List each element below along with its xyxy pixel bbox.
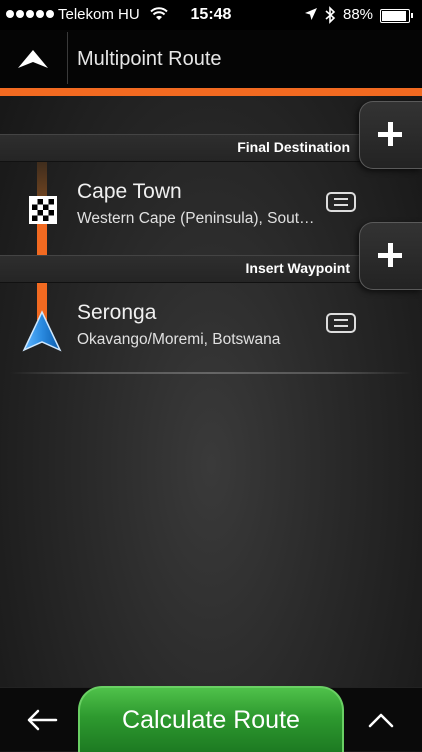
bluetooth-icon: [325, 6, 336, 24]
accent-bar: [0, 88, 422, 96]
current-position-arrow-icon: [22, 310, 62, 352]
origin-detail: Okavango/Moremi, Botswana: [77, 331, 281, 348]
list-divider: [10, 372, 412, 374]
app-header: Multipoint Route: [0, 30, 422, 88]
battery-percent: 88%: [343, 6, 374, 23]
insert-waypoint-button[interactable]: [359, 222, 422, 290]
navigation-menu-button[interactable]: [12, 40, 54, 78]
plus-icon: [378, 243, 402, 267]
chevron-up-icon: [368, 713, 394, 728]
back-arrow-icon: [27, 709, 58, 731]
route-point-origin[interactable]: Seronga Okavango/Moremi, Botswana: [0, 289, 422, 355]
destination-flag-icon: [29, 196, 57, 224]
final-destination-label: Final Destination: [237, 139, 350, 155]
plus-icon: [378, 122, 402, 146]
destination-name: Cape Town: [77, 180, 182, 203]
add-destination-button[interactable]: [359, 101, 422, 169]
route-point-destination[interactable]: Cape Town Western Cape (Peninsula), Sout…: [0, 168, 422, 234]
destination-detail: Western Cape (Peninsula), South Africa: [77, 210, 317, 227]
page-title: Multipoint Route: [77, 48, 222, 70]
location-arrow-icon: [305, 8, 317, 20]
status-bar: Telekom HU 15:48 88%: [0, 0, 422, 30]
header-separator: [67, 32, 68, 84]
insert-waypoint-label: Insert Waypoint: [245, 260, 351, 276]
calculate-route-button[interactable]: Calculate Route: [78, 686, 344, 752]
battery-icon: [380, 9, 413, 23]
bottom-bar: Calculate Route: [0, 686, 422, 752]
back-button[interactable]: [20, 700, 64, 740]
insert-waypoint-strip: Insert Waypoint: [0, 222, 422, 290]
more-options-button[interactable]: [364, 700, 398, 740]
origin-name: Seronga: [77, 301, 157, 324]
final-destination-strip: Final Destination: [0, 101, 422, 169]
destination-menu-icon[interactable]: [326, 192, 356, 212]
up-arrow-icon: [18, 50, 48, 68]
origin-menu-icon[interactable]: [326, 313, 356, 333]
